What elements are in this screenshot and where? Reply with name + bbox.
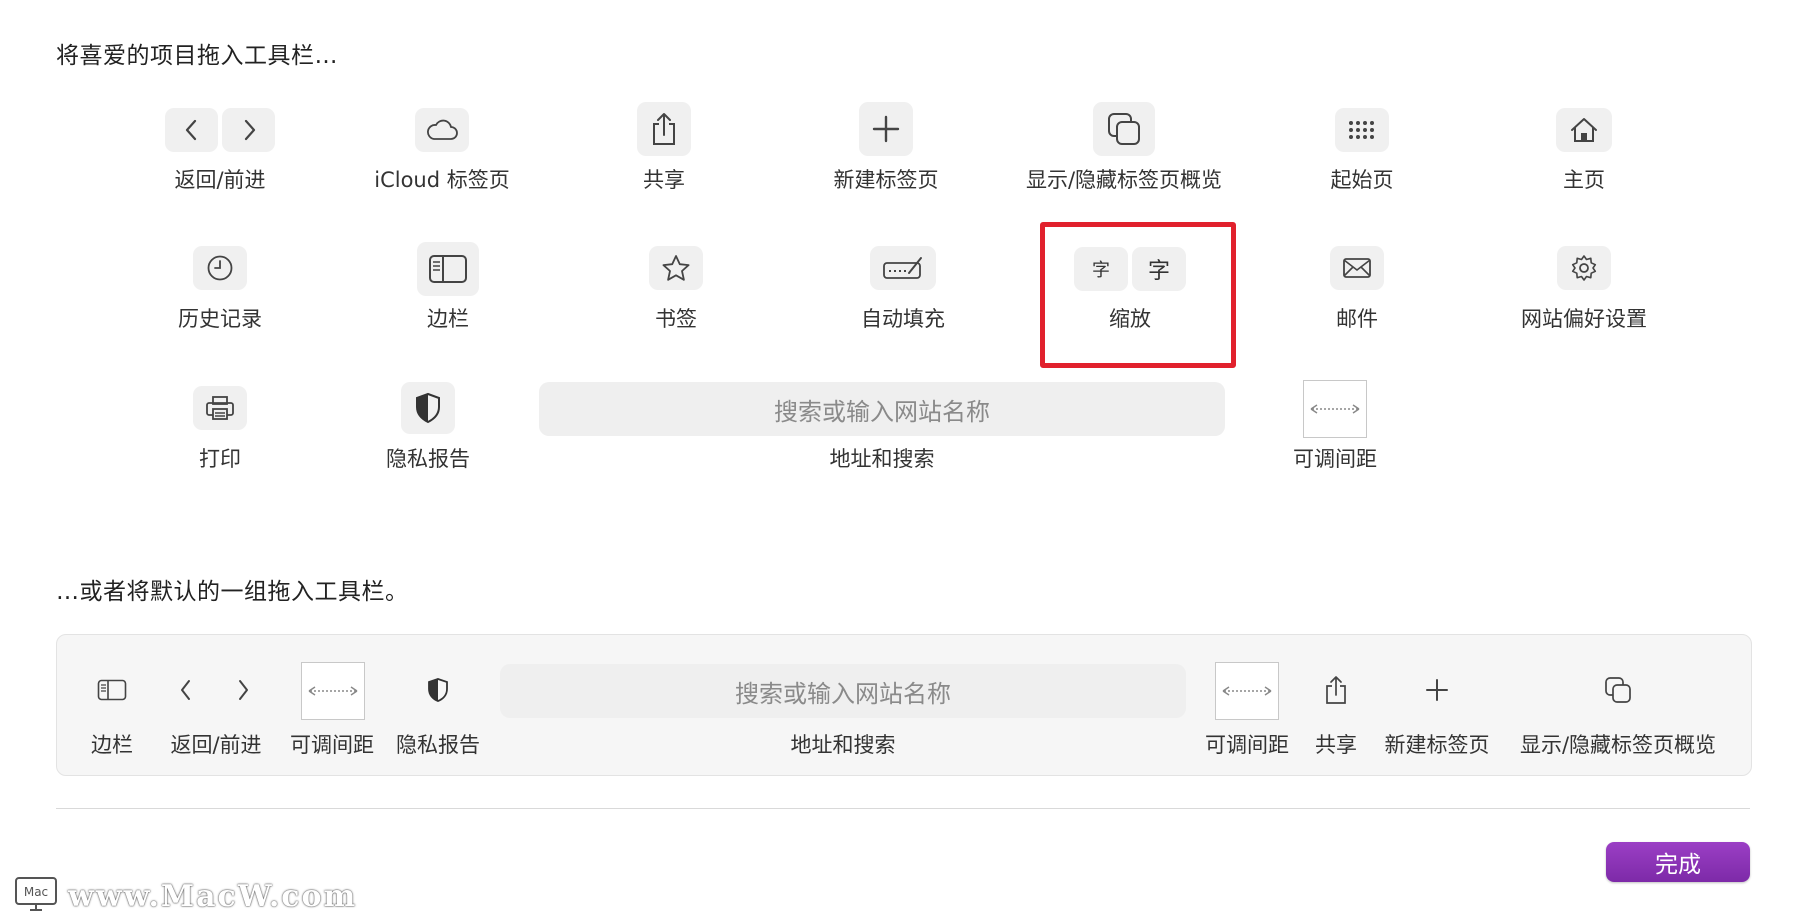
- ds-share-label: 共享: [1315, 733, 1357, 757]
- done-button[interactable]: 完成: [1606, 842, 1750, 882]
- back-icon: [165, 108, 218, 152]
- address-search-label: 地址和搜索: [829, 447, 935, 471]
- print-label: 打印: [199, 447, 241, 471]
- autofill-label: 自动填充: [861, 307, 945, 331]
- start-page-label: 起始页: [1330, 168, 1394, 192]
- forward-icon: [222, 108, 275, 152]
- cloud-icon: [415, 108, 469, 152]
- ds-address-search-label: 地址和搜索: [790, 733, 896, 757]
- sidebar-label: 边栏: [427, 307, 469, 331]
- home-label: 主页: [1563, 168, 1605, 192]
- monitor-icon: Mac: [14, 876, 58, 916]
- ds-back-icon: [178, 678, 194, 702]
- ds-tab-overview-icon: [1604, 676, 1632, 704]
- autofill-icon: [870, 246, 936, 290]
- share-icon: [637, 102, 691, 156]
- ds-forward-icon: [235, 678, 251, 702]
- ds-flexible-space-2-icon: [1215, 662, 1279, 720]
- svg-text:Mac: Mac: [24, 885, 48, 899]
- drag-default-title: …或者将默认的一组拖入工具栏。: [56, 579, 409, 605]
- history-label: 历史记录: [178, 307, 262, 331]
- ds-flexible-space-1-label: 可调间距: [290, 733, 374, 757]
- search-input[interactable]: 搜索或输入网站名称: [539, 382, 1225, 436]
- divider: [56, 808, 1750, 809]
- ds-shield-icon: [427, 677, 449, 703]
- watermark-text: www.MacW.com: [68, 878, 358, 914]
- printer-icon: [193, 386, 247, 430]
- watermark: Mac www.MacW.com: [14, 876, 357, 916]
- flexible-space-icon: [1303, 380, 1367, 438]
- mail-label: 邮件: [1336, 307, 1378, 331]
- icloud-tabs-label: iCloud 标签页: [374, 168, 510, 192]
- tab-overview-icon: [1093, 102, 1155, 156]
- ds-privacy-report-label: 隐私报告: [396, 733, 480, 757]
- ds-back-forward-label: 返回/前进: [170, 733, 262, 757]
- bookmarks-label: 书签: [655, 307, 697, 331]
- ds-search-input[interactable]: 搜索或输入网站名称: [500, 664, 1186, 718]
- home-icon: [1556, 108, 1612, 152]
- grid-icon: [1335, 108, 1389, 152]
- tab-overview-label: 显示/隐藏标签页概览: [1025, 168, 1223, 192]
- ds-plus-icon: [1425, 678, 1449, 702]
- website-prefs-label: 网站偏好设置: [1521, 307, 1647, 331]
- ds-share-icon: [1324, 675, 1348, 705]
- new-tab-label: 新建标签页: [833, 168, 939, 192]
- ds-new-tab-label: 新建标签页: [1384, 733, 1490, 757]
- ds-flexible-space-2-label: 可调间距: [1205, 733, 1289, 757]
- back-forward-buttons: [165, 108, 275, 152]
- gear-icon: [1557, 246, 1611, 290]
- back-forward-label: 返回/前进: [174, 168, 266, 192]
- clock-icon: [193, 246, 247, 290]
- shield-icon: [401, 382, 455, 434]
- plus-icon: [859, 102, 913, 156]
- star-icon: [649, 246, 703, 290]
- privacy-report-label: 隐私报告: [386, 447, 470, 471]
- ds-sidebar-icon: [97, 679, 127, 701]
- ds-sidebar-label: 边栏: [91, 733, 133, 757]
- ds-flexible-space-1-icon: [301, 662, 365, 720]
- flexible-space-label: 可调间距: [1293, 447, 1377, 471]
- drag-items-title: 将喜爱的项目拖入工具栏…: [56, 43, 338, 69]
- zoom-highlight-box: [1040, 222, 1236, 368]
- ds-tab-overview-label: 显示/隐藏标签页概览: [1519, 733, 1717, 757]
- sidebar-icon: [417, 242, 479, 296]
- share-label: 共享: [643, 168, 685, 192]
- envelope-icon: [1330, 246, 1384, 290]
